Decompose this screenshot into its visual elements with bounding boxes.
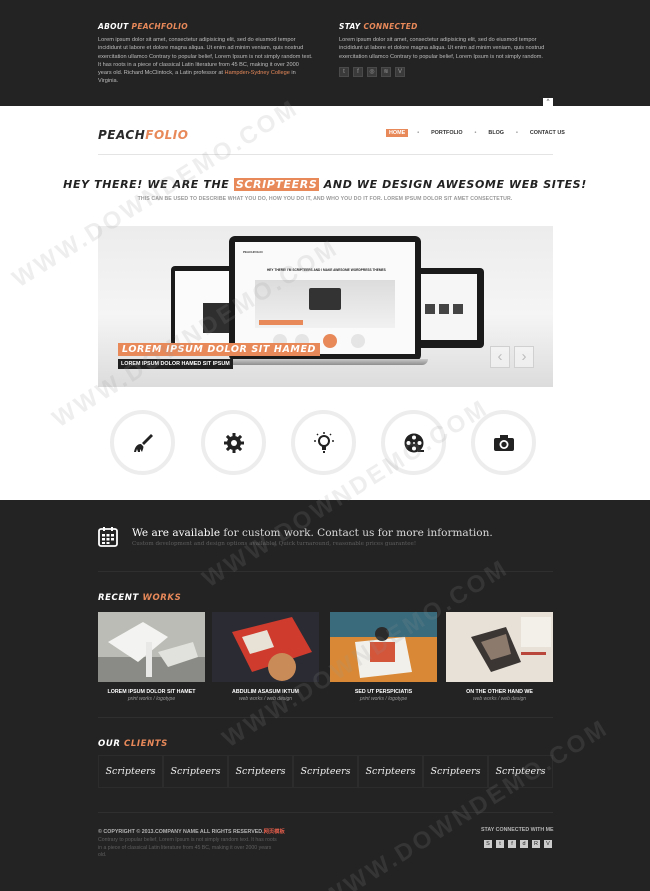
client-logo[interactable]: Scripteers bbox=[488, 755, 553, 788]
work-title[interactable]: ON THE OTHER HAND WE bbox=[446, 689, 553, 695]
camera-icon bbox=[493, 434, 514, 451]
twitter-icon[interactable]: t bbox=[339, 66, 349, 77]
film-icon bbox=[404, 433, 424, 452]
dribbble-icon[interactable]: ◎ bbox=[367, 66, 377, 77]
gear-icon bbox=[223, 432, 244, 453]
client-logo[interactable]: Scripteers bbox=[163, 755, 228, 788]
client-logo[interactable]: Scripteers bbox=[228, 755, 293, 788]
slide-caption: LOREM IPSUM DOLOR SIT HAMED bbox=[118, 343, 321, 356]
footer-stay-connected: STAY CONNECTED WITH ME bbox=[481, 827, 554, 833]
facebook-icon[interactable]: f bbox=[353, 66, 363, 77]
stay-connected-panel: STAY CONNECTED Lorem ipsum dolor sit ame… bbox=[339, 22, 554, 77]
rss-icon[interactable]: R bbox=[532, 840, 540, 848]
footer-divider bbox=[98, 812, 553, 813]
slider-next-button[interactable]: › bbox=[514, 346, 534, 368]
twitter-icon[interactable]: t bbox=[496, 840, 504, 848]
work-category: print works / logotype bbox=[127, 696, 176, 702]
work-thumbnail bbox=[212, 612, 319, 682]
client-logo[interactable]: Scripteers bbox=[358, 755, 423, 788]
client-logo[interactable]: Scripteers bbox=[98, 755, 163, 788]
main-nav: HOME • PORTFOLIO • BLOG • CONTACT US bbox=[386, 129, 568, 137]
brush-icon bbox=[133, 433, 153, 452]
vimeo-icon[interactable]: V bbox=[395, 66, 405, 77]
facebook-icon[interactable]: f bbox=[508, 840, 516, 848]
about-text: Lorem ipsum dolor sit amet, consectetur … bbox=[98, 37, 313, 85]
work-category: web works / web design bbox=[472, 696, 527, 702]
panel-social-row: t f ◎ ≋ V bbox=[339, 66, 554, 77]
intro-subhead: THIS CAN BE USED TO DESCRIBE WHAT YOU DO… bbox=[137, 196, 513, 202]
service-video[interactable] bbox=[381, 410, 446, 475]
work-item[interactable]: LOREM IPSUM DOLOR SIT HAMET print works … bbox=[98, 612, 205, 702]
skype-icon[interactable]: S bbox=[484, 840, 492, 848]
nav-home[interactable]: HOME bbox=[386, 129, 409, 137]
slide-subcaption: LOREM IPSUM DOLOR HAMED SIT IPSUM bbox=[118, 359, 233, 369]
footer-text: Contrary to popular belief, Lorem Ipsum … bbox=[98, 837, 277, 859]
clients-row: Scripteers Scripteers Scripteers Scripte… bbox=[98, 755, 553, 788]
availability-subtext: Custom development and design options av… bbox=[132, 541, 417, 547]
bulb-icon bbox=[313, 431, 334, 453]
calendar-icon bbox=[98, 527, 118, 547]
work-title[interactable]: ABDULIM ASASUM IKTUM bbox=[212, 689, 319, 695]
top-info-panel: ABOUT PEACHFOLIO Lorem ipsum dolor sit a… bbox=[0, 0, 650, 106]
work-title[interactable]: LOREM IPSUM DOLOR SIT HAMET bbox=[98, 689, 205, 695]
hampden-link[interactable]: Hampden-Sydney College bbox=[225, 70, 290, 76]
about-panel: ABOUT PEACHFOLIO Lorem ipsum dolor sit a… bbox=[98, 22, 313, 86]
footer-social-row: S t f d R V bbox=[484, 840, 552, 848]
rss-icon[interactable]: ≋ bbox=[381, 66, 391, 77]
clients-title: OUR CLIENTS bbox=[98, 739, 168, 749]
service-ideas[interactable] bbox=[291, 410, 356, 475]
client-logo[interactable]: Scripteers bbox=[293, 755, 358, 788]
phone-mockup bbox=[414, 268, 484, 348]
work-title[interactable]: SED UT PERSPICIATIS bbox=[330, 689, 437, 695]
hero-slider[interactable]: PEACHFOLIO HEY THERE! I'M SCRIPTEERS AND… bbox=[98, 226, 553, 387]
vimeo-icon[interactable]: V bbox=[544, 840, 552, 848]
work-category: web works / web design bbox=[238, 696, 293, 702]
nav-portfolio[interactable]: PORTFOLIO bbox=[428, 129, 465, 137]
work-thumbnail bbox=[98, 612, 205, 682]
service-brush[interactable] bbox=[110, 410, 175, 475]
client-logo[interactable]: Scripteers bbox=[423, 755, 488, 788]
site-logo[interactable]: PEACHFOLIO bbox=[98, 128, 188, 142]
service-settings[interactable] bbox=[201, 410, 266, 475]
availability-text: We are available for custom work. Contac… bbox=[132, 527, 493, 539]
intro-headline: HEY THERE! WE ARE THE SCRIPTEERS AND WE … bbox=[63, 178, 587, 191]
about-title: ABOUT PEACHFOLIO bbox=[98, 22, 188, 31]
recent-works-title: RECENT WORKS bbox=[98, 593, 182, 603]
nav-contact[interactable]: CONTACT US bbox=[527, 129, 568, 137]
work-thumbnail bbox=[446, 612, 553, 682]
section-divider bbox=[98, 571, 553, 572]
work-item[interactable]: ON THE OTHER HAND WE web works / web des… bbox=[446, 612, 553, 702]
work-category: print works / logotype bbox=[359, 696, 408, 702]
copyright: © COPYRIGHT © 2013.COMPANY NAME ALL RIGH… bbox=[98, 829, 285, 835]
stay-text: Lorem ipsum dolor sit amet, consectetur … bbox=[339, 37, 545, 60]
laptop-base bbox=[222, 359, 428, 365]
work-thumbnail bbox=[330, 612, 437, 682]
section-divider bbox=[98, 717, 553, 718]
work-item[interactable]: ABDULIM ASASUM IKTUM web works / web des… bbox=[212, 612, 319, 702]
dribbble-icon[interactable]: d bbox=[520, 840, 528, 848]
nav-blog[interactable]: BLOG bbox=[485, 129, 507, 137]
work-item[interactable]: SED UT PERSPICIATIS print works / logoty… bbox=[330, 612, 437, 702]
stay-title: STAY CONNECTED bbox=[339, 22, 418, 31]
header-divider bbox=[98, 154, 553, 155]
slider-prev-button[interactable]: ‹ bbox=[490, 346, 510, 368]
service-photo[interactable] bbox=[471, 410, 536, 475]
